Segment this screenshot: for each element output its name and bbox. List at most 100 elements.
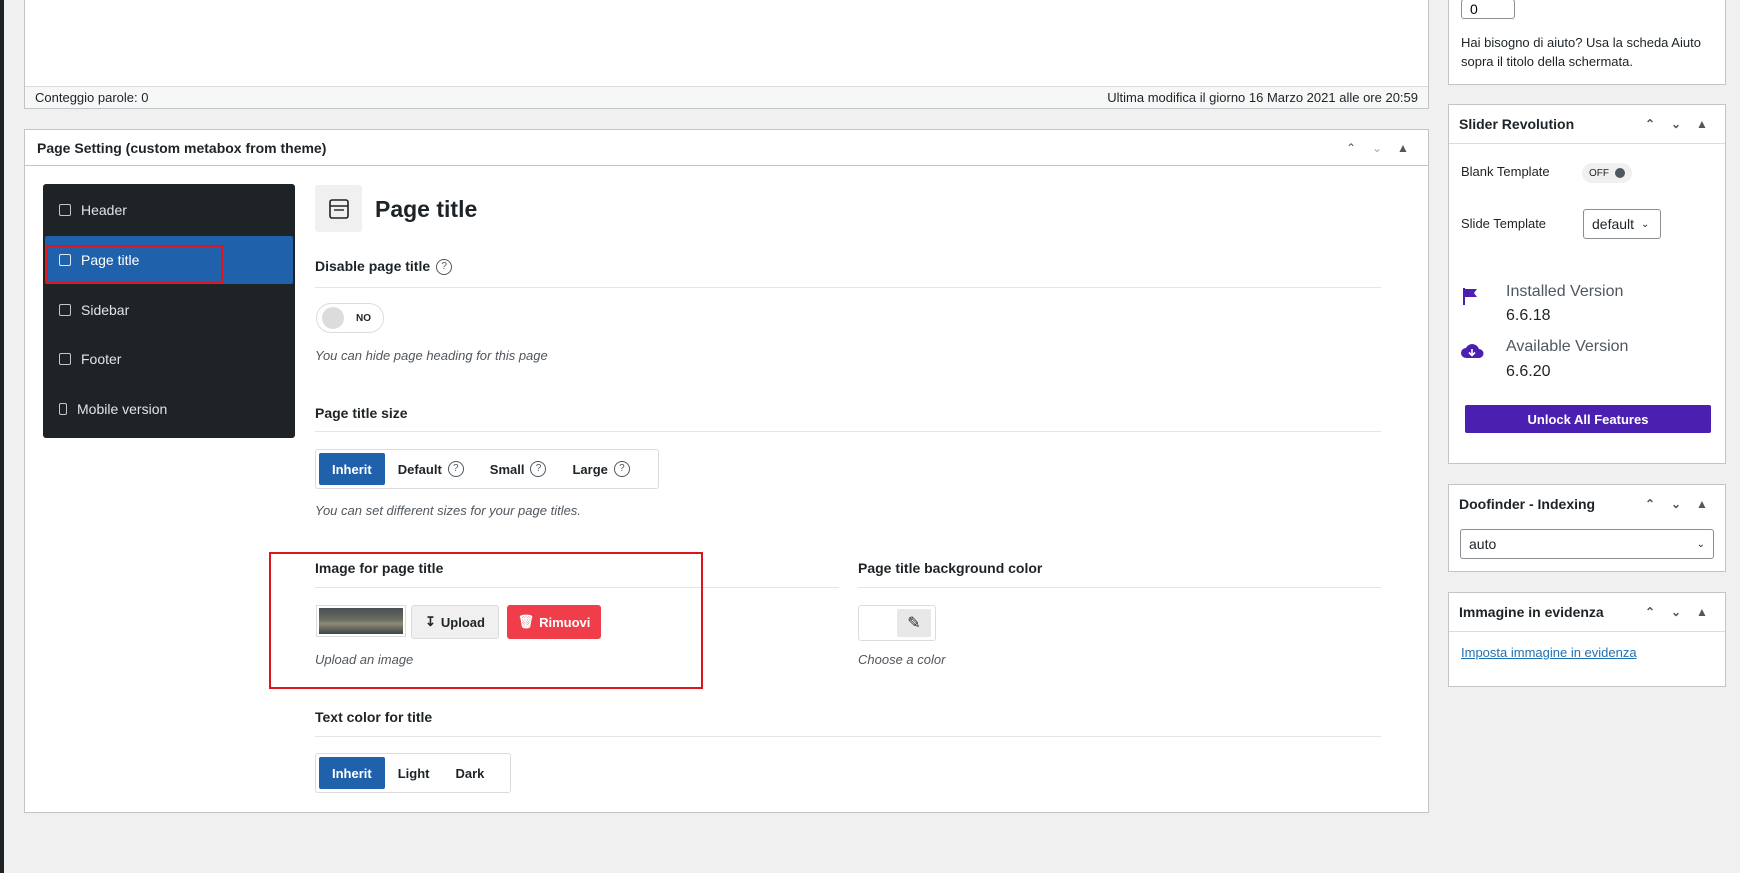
widget-header: Doofinder - Indexing ⌃ ⌄ ▲	[1449, 485, 1725, 523]
collapse-toggle-icon[interactable]: ▲	[1689, 605, 1715, 619]
available-version-value: 6.6.20	[1506, 363, 1551, 380]
text-color-light[interactable]: Light	[385, 757, 443, 789]
panel-title: Page title	[375, 196, 478, 222]
collapse-toggle-icon[interactable]: ▲	[1390, 141, 1416, 155]
disable-title-label: Disable page title?	[315, 258, 453, 276]
editor-box: Conteggio parole: 0 Ultima modifica il g…	[24, 0, 1429, 109]
panel-title-icon	[315, 185, 362, 232]
title-size-group: Inherit Default? Small? Large?	[315, 449, 659, 489]
chevron-down-icon: ⌄	[1696, 538, 1705, 550]
nav-item-label: Sidebar	[81, 302, 130, 318]
size-option-large[interactable]: Large?	[559, 453, 642, 485]
chevron-down-icon[interactable]: ⌄	[1663, 497, 1689, 511]
metabox-title: Page Setting (custom metabox from theme)	[37, 139, 327, 156]
set-featured-image-link[interactable]: Imposta immagine in evidenza	[1461, 645, 1637, 660]
featured-image-widget: Immagine in evidenza ⌃ ⌄ ▲ Imposta immag…	[1448, 592, 1726, 687]
chevron-down-icon[interactable]: ⌄	[1364, 141, 1390, 155]
footer-icon	[59, 353, 71, 365]
collapse-toggle-icon[interactable]: ▲	[1689, 497, 1715, 511]
bg-color-picker[interactable]: ✎	[858, 605, 936, 641]
nav-item-sidebar[interactable]: Sidebar	[45, 286, 293, 334]
settings-nav: Header Page title Sidebar Footer Mobile …	[43, 184, 295, 438]
installed-version-label: Installed Version	[1506, 283, 1624, 300]
help-text: Hai bisogno di aiuto? Usa la scheda Aiut…	[1461, 35, 1701, 69]
doofinder-widget: Doofinder - Indexing ⌃ ⌄ ▲ auto ⌄	[1448, 484, 1726, 572]
divider	[315, 736, 1381, 737]
admin-menu-edge	[0, 0, 4, 873]
blank-template-label: Blank Template	[1461, 164, 1550, 179]
size-option-label: Small	[489, 461, 525, 477]
top-sidebar-widget: Hai bisogno di aiuto? Usa la scheda Aiut…	[1448, 0, 1726, 85]
disable-title-desc: You can hide page heading for this page	[315, 348, 548, 363]
nav-item-mobile[interactable]: Mobile version	[45, 385, 293, 433]
nav-item-label: Header	[81, 202, 127, 218]
widget-title: Immagine in evidenza	[1459, 604, 1604, 620]
collapse-toggle-icon[interactable]: ▲	[1689, 117, 1715, 131]
size-option-inherit[interactable]: Inherit	[319, 453, 385, 485]
help-icon[interactable]: ?	[436, 259, 453, 276]
size-option-small[interactable]: Small?	[477, 453, 560, 485]
blank-template-toggle[interactable]: OFF	[1582, 163, 1632, 183]
chevron-up-icon[interactable]: ⌃	[1637, 605, 1663, 619]
chevron-down-icon: ⌄	[1641, 218, 1650, 230]
help-icon[interactable]: ?	[613, 461, 630, 477]
flag-icon	[1462, 287, 1478, 310]
title-size-desc: You can set different sizes for your pag…	[315, 503, 581, 518]
nav-item-label: Mobile version	[77, 401, 168, 417]
chevron-down-icon[interactable]: ⌄	[1663, 605, 1689, 619]
chevron-up-icon[interactable]: ⌃	[1637, 497, 1663, 511]
chevron-up-icon[interactable]: ⌃	[1338, 141, 1364, 155]
eyedropper-icon[interactable]: ✎	[897, 609, 931, 637]
indexing-select[interactable]: auto ⌄	[1460, 529, 1714, 559]
toggle-state: OFF	[1589, 167, 1609, 179]
page-setting-metabox: Page Setting (custom metabox from theme)…	[24, 129, 1429, 813]
available-version-label: Available Version	[1506, 338, 1629, 355]
highlight-box-nav	[46, 245, 223, 283]
nav-item-label: Footer	[81, 351, 122, 367]
select-value: default	[1592, 216, 1635, 232]
help-icon[interactable]: ?	[447, 461, 464, 477]
toggle-state: NO	[356, 312, 371, 324]
word-count: Conteggio parole: 0	[35, 90, 149, 105]
select-value: auto	[1469, 536, 1497, 552]
cloud-download-icon	[1460, 342, 1484, 365]
widget-header: Slider Revolution ⌃ ⌄ ▲	[1449, 105, 1725, 144]
text-color-inherit[interactable]: Inherit	[319, 757, 385, 789]
slide-template-label: Slide Template	[1461, 216, 1547, 231]
order-input[interactable]	[1461, 0, 1515, 19]
nav-item-footer[interactable]: Footer	[45, 335, 293, 383]
title-size-label: Page title size	[315, 405, 408, 421]
size-option-default[interactable]: Default?	[385, 453, 477, 485]
editor-status-bar: Conteggio parole: 0 Ultima modifica il g…	[25, 86, 1428, 108]
nav-item-header[interactable]: Header	[45, 186, 293, 234]
sidebar-icon	[59, 304, 71, 316]
chevron-down-icon[interactable]: ⌄	[1663, 117, 1689, 131]
help-icon[interactable]: ?	[530, 461, 547, 477]
bg-color-desc: Choose a color	[858, 652, 946, 667]
slide-template-select[interactable]: default ⌄	[1583, 209, 1661, 239]
divider	[315, 287, 1381, 288]
installed-version-value: 6.6.18	[1506, 307, 1551, 324]
widget-title: Doofinder - Indexing	[1459, 496, 1596, 512]
header-icon	[59, 204, 71, 216]
unlock-features-button[interactable]: Unlock All Features	[1465, 405, 1711, 433]
slider-revolution-widget: Slider Revolution ⌃ ⌄ ▲ Blank Template O…	[1448, 104, 1726, 464]
toggle-knob	[1615, 168, 1625, 178]
widget-title: Slider Revolution	[1459, 116, 1575, 132]
divider	[858, 587, 1381, 588]
divider	[315, 431, 1381, 432]
text-color-dark[interactable]: Dark	[443, 757, 498, 789]
widget-header: Immagine in evidenza ⌃ ⌄ ▲	[1449, 593, 1725, 632]
bg-color-label: Page title background color	[858, 560, 1043, 576]
last-modified: Ultima modifica il giorno 16 Marzo 2021 …	[1107, 90, 1418, 105]
metabox-header: Page Setting (custom metabox from theme)…	[25, 130, 1428, 166]
text-color-group: Inherit Light Dark	[315, 753, 511, 793]
size-option-label: Large	[572, 461, 608, 477]
mobile-icon	[59, 403, 67, 415]
text-color-label: Text color for title	[315, 709, 433, 725]
size-option-label: Default	[397, 461, 442, 477]
highlight-box-image	[269, 552, 703, 689]
chevron-up-icon[interactable]: ⌃	[1637, 117, 1663, 131]
disable-title-label-text: Disable page title	[315, 258, 431, 274]
disable-title-toggle[interactable]: NO	[316, 303, 384, 333]
